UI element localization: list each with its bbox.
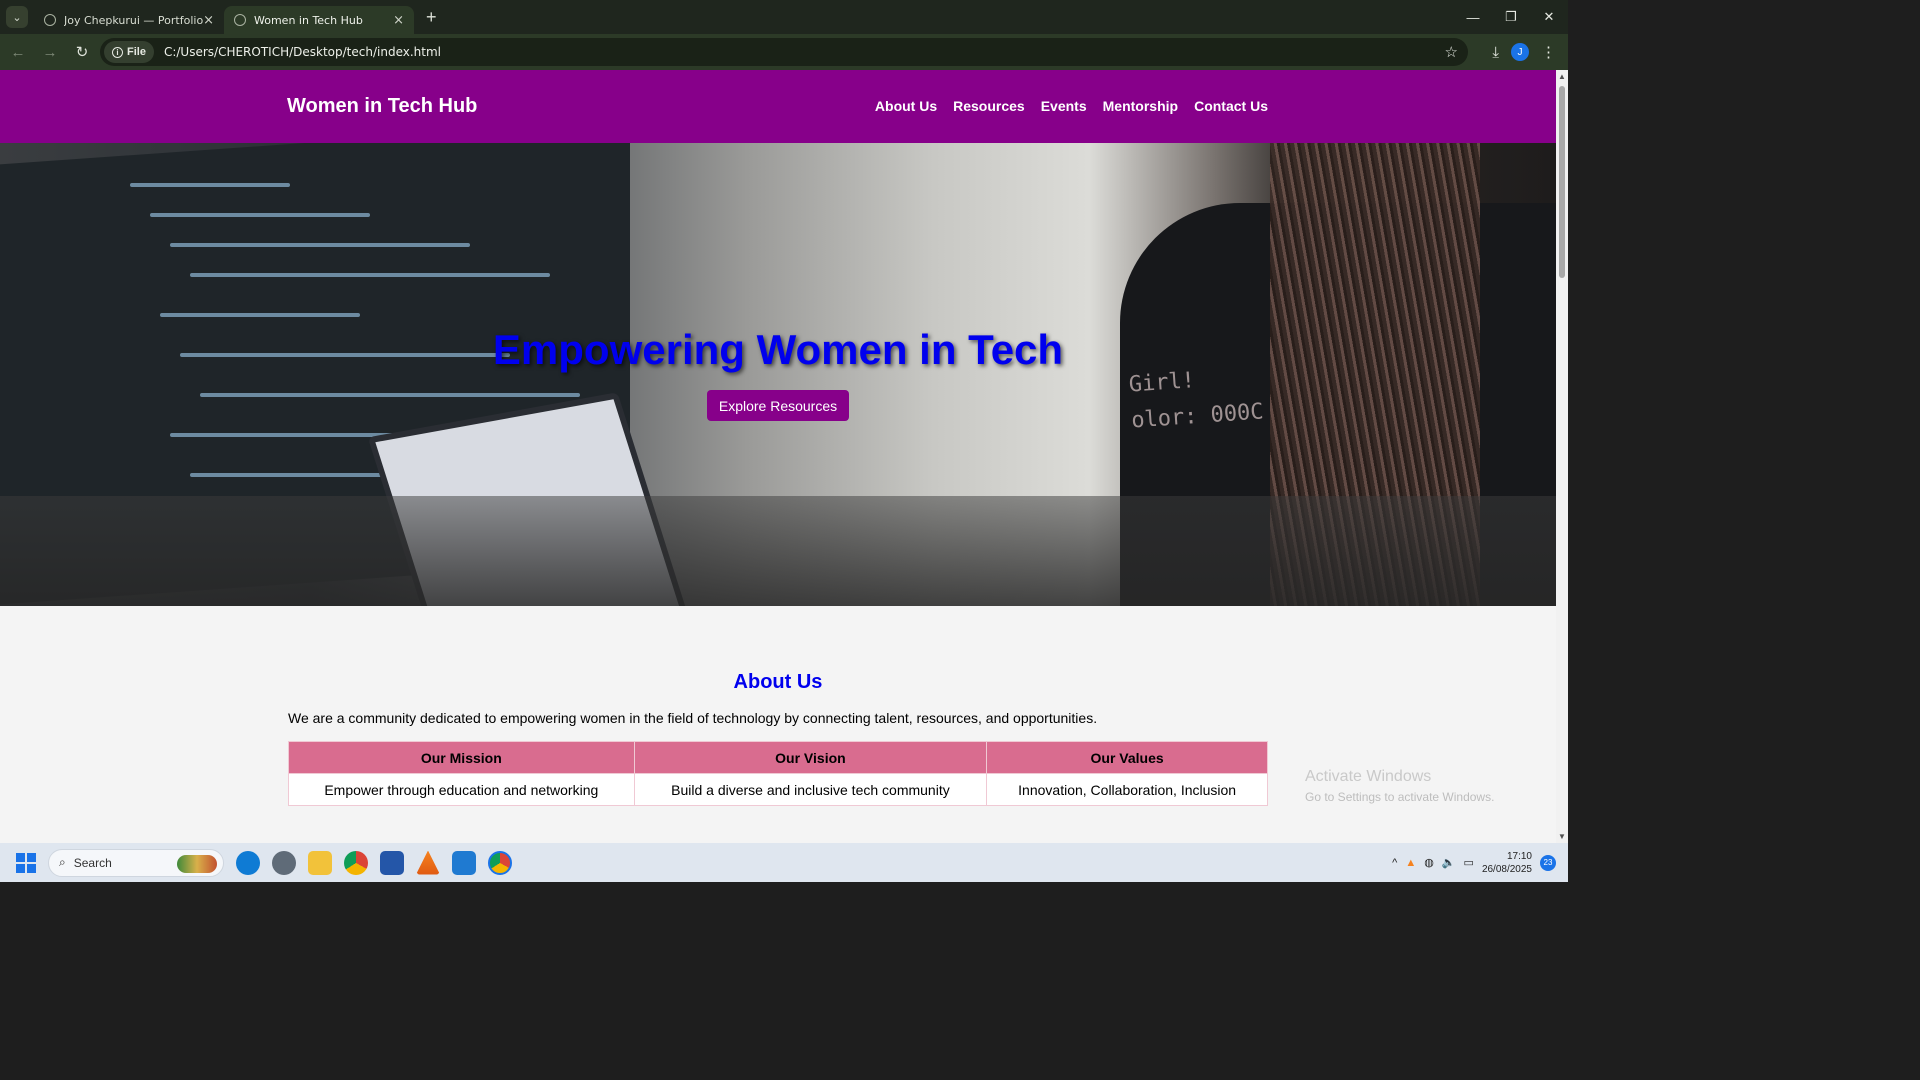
chrome-profile-icon[interactable] bbox=[488, 850, 512, 875]
vlc-icon[interactable] bbox=[416, 850, 440, 875]
hero-image-codeline bbox=[170, 243, 470, 247]
profile-avatar[interactable]: J bbox=[1511, 43, 1529, 61]
hero-image-codeline bbox=[150, 213, 370, 217]
windows-start-icon[interactable] bbox=[16, 852, 36, 873]
download-icon[interactable]: ⤓ bbox=[1492, 44, 1499, 61]
forward-icon[interactable]: → bbox=[36, 38, 64, 66]
hero-title: Empowering Women in Tech bbox=[492, 326, 1064, 373]
taskbar-search[interactable]: ⌕ Search bbox=[48, 848, 224, 877]
about-title: About Us bbox=[733, 671, 823, 693]
search-icon: ⌕ bbox=[59, 855, 66, 869]
url-text: C:/Users/CHEROTICH/Desktop/tech/index.ht… bbox=[163, 45, 441, 59]
close-window-icon[interactable]: ✕ bbox=[1530, 0, 1568, 34]
scroll-down-icon[interactable]: ▼ bbox=[1558, 832, 1566, 841]
tab-search-button[interactable]: ⌄ bbox=[6, 6, 28, 28]
screen: ⌄ Joy Chepkurui — Portfolio × Women in T… bbox=[0, 0, 1568, 882]
chevron-down-icon: ⌄ bbox=[12, 11, 22, 24]
hero-image-desk bbox=[0, 496, 1556, 606]
volume-icon[interactable]: 🔈 bbox=[1442, 856, 1456, 869]
file-explorer-icon[interactable] bbox=[308, 850, 332, 875]
globe-icon[interactable]: ◍ bbox=[1424, 856, 1434, 869]
table-row: Empower through education and networking… bbox=[288, 773, 1268, 806]
restore-icon[interactable]: ❐ bbox=[1492, 0, 1530, 34]
new-tab-button[interactable]: + bbox=[426, 7, 437, 28]
tab-close-icon[interactable]: × bbox=[203, 13, 214, 28]
taskbar-search-label: Search bbox=[73, 855, 112, 870]
chip-label: File bbox=[127, 46, 146, 58]
bookmark-star-icon[interactable]: ☆ bbox=[1445, 43, 1458, 61]
search-highlight-image bbox=[177, 854, 217, 873]
edge-icon[interactable] bbox=[236, 850, 260, 875]
hero-image-codeline bbox=[160, 313, 360, 317]
system-tray: ^ ▲ ◍ 🔈 ▭ 17:10 26/08/2025 23 bbox=[1392, 843, 1556, 882]
table-header-row: Our Mission Our Vision Our Values bbox=[288, 741, 1268, 774]
toolbar-right: ⤓ J ⋮ bbox=[1492, 34, 1568, 70]
settings-gear-icon[interactable] bbox=[272, 850, 296, 875]
cell-mission: Empower through education and networking bbox=[288, 773, 635, 806]
page-viewport: Women in Tech Hub About Us Resources Eve… bbox=[0, 70, 1556, 843]
hero-image-codeline bbox=[200, 393, 580, 397]
vscode-icon[interactable] bbox=[452, 850, 476, 875]
tab-women-in-tech[interactable]: Women in Tech Hub × bbox=[224, 6, 414, 34]
about-section: About Us We are a community dedicated to… bbox=[0, 606, 1556, 843]
window-controls: — ❐ ✕ bbox=[1454, 0, 1568, 34]
tab-label: Women in Tech Hub bbox=[254, 13, 363, 27]
activate-windows-watermark: Activate Windows Go to Settings to activ… bbox=[1305, 767, 1494, 807]
chrome-icon[interactable] bbox=[344, 850, 368, 875]
about-text: We are a community dedicated to empoweri… bbox=[288, 710, 1098, 726]
nav-events[interactable]: Events bbox=[1041, 98, 1087, 114]
clock-date: 26/08/2025 bbox=[1481, 863, 1532, 875]
info-icon: i bbox=[112, 46, 123, 58]
address-bar[interactable]: i File C:/Users/CHEROTICH/Desktop/tech/i… bbox=[100, 38, 1468, 66]
scroll-up-icon[interactable]: ▲ bbox=[1558, 72, 1566, 81]
microsoft-store-icon[interactable] bbox=[380, 850, 404, 875]
page-scrollbar[interactable]: ▲ ▼ bbox=[1556, 70, 1568, 843]
taskbar: ⌕ Search ^ ▲ ◍ 🔈 ▭ 17:10 26/08/2025 23 bbox=[0, 843, 1568, 882]
globe-icon bbox=[234, 14, 246, 26]
globe-icon bbox=[44, 14, 56, 26]
clock-time: 17:10 bbox=[1506, 850, 1532, 862]
site-header: Women in Tech Hub About Us Resources Eve… bbox=[0, 70, 1556, 143]
browser-tab-bar: ⌄ Joy Chepkurui — Portfolio × Women in T… bbox=[0, 0, 1568, 34]
watermark-title: Activate Windows bbox=[1305, 768, 1432, 785]
cell-vision: Build a diverse and inclusive tech commu… bbox=[633, 773, 988, 806]
battery-icon[interactable]: ▭ bbox=[1464, 856, 1474, 869]
nav-resources[interactable]: Resources bbox=[953, 98, 1025, 114]
tab-portfolio[interactable]: Joy Chepkurui — Portfolio × bbox=[34, 6, 224, 34]
nav-mentorship[interactable]: Mentorship bbox=[1103, 98, 1178, 114]
minimize-icon[interactable]: — bbox=[1454, 0, 1492, 34]
site-info-chip[interactable]: i File bbox=[104, 41, 154, 63]
hero-section: Girl! olor: 000C Empowering Women in Tec… bbox=[0, 143, 1556, 606]
header-mission: Our Mission bbox=[288, 741, 635, 774]
about-table: Our Mission Our Vision Our Values Empowe… bbox=[288, 741, 1268, 806]
back-icon[interactable]: ← bbox=[4, 38, 32, 66]
hero-image-codeline bbox=[190, 273, 550, 277]
browser-toolbar: ← → ↻ i File C:/Users/CHEROTICH/Desktop/… bbox=[0, 34, 1568, 70]
reload-icon[interactable]: ↻ bbox=[68, 38, 96, 66]
chevron-up-icon[interactable]: ^ bbox=[1392, 857, 1397, 869]
site-nav: About Us Resources Events Mentorship Con… bbox=[875, 98, 1268, 114]
header-values: Our Values bbox=[986, 741, 1268, 774]
scrollbar-thumb[interactable] bbox=[1559, 86, 1565, 278]
cell-values: Innovation, Collaboration, Inclusion bbox=[986, 773, 1268, 806]
clock[interactable]: 17:10 26/08/2025 bbox=[1482, 850, 1532, 876]
site-logo[interactable]: Women in Tech Hub bbox=[287, 95, 477, 118]
menu-kebab-icon[interactable]: ⋮ bbox=[1541, 43, 1556, 61]
explore-resources-button[interactable]: Explore Resources bbox=[707, 390, 849, 421]
hero-image-codeline bbox=[130, 183, 290, 187]
tab-label: Joy Chepkurui — Portfolio bbox=[64, 13, 204, 27]
tab-close-icon[interactable]: × bbox=[393, 13, 404, 28]
vlc-tray-icon[interactable]: ▲ bbox=[1405, 857, 1416, 869]
nav-about-us[interactable]: About Us bbox=[875, 98, 937, 114]
nav-contact-us[interactable]: Contact Us bbox=[1194, 98, 1268, 114]
header-vision: Our Vision bbox=[633, 741, 988, 774]
watermark-subtitle: Go to Settings to activate Windows. bbox=[1305, 790, 1495, 804]
notification-badge[interactable]: 23 bbox=[1540, 854, 1556, 871]
